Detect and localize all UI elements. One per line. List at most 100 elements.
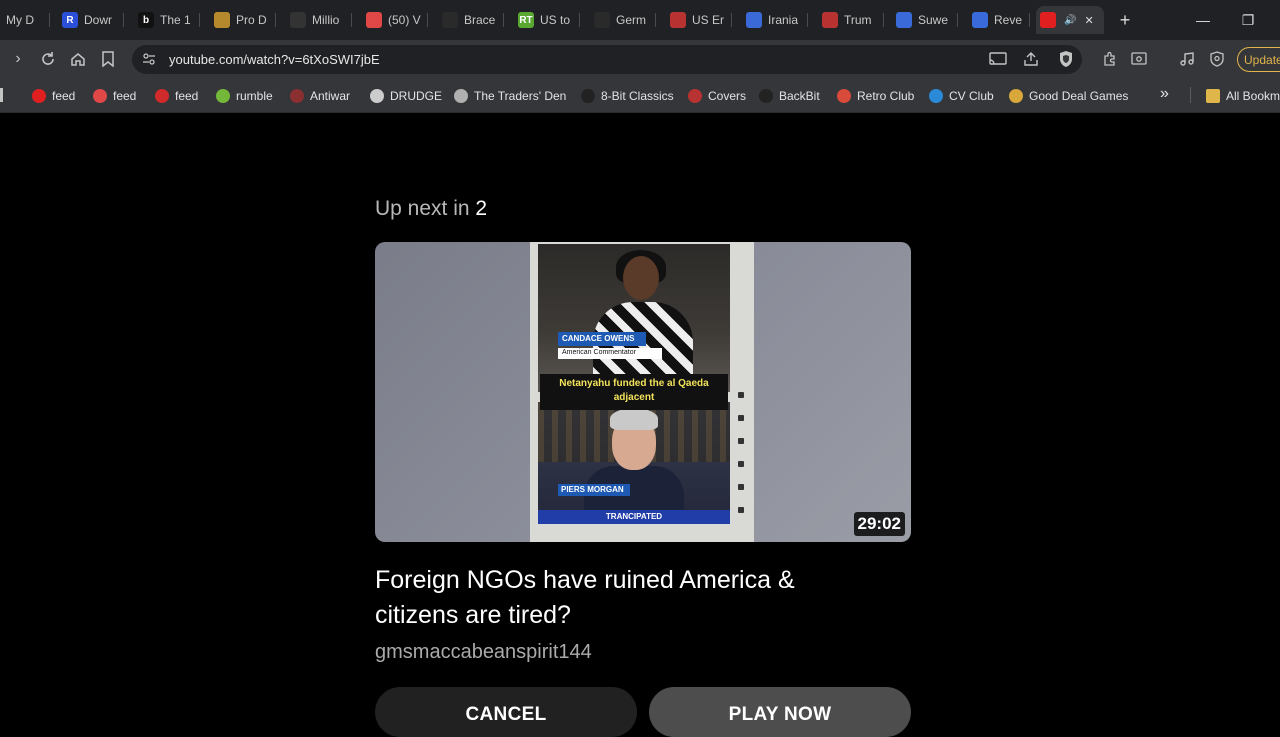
tab-label: My D bbox=[6, 13, 34, 27]
minimize-button[interactable]: — bbox=[1188, 8, 1218, 32]
bookmark-label: Covers bbox=[708, 89, 747, 103]
duration-badge: 29:02 bbox=[853, 512, 905, 536]
cast-icon[interactable] bbox=[989, 51, 1007, 72]
bookmark-item[interactable]: feed bbox=[155, 87, 198, 105]
media-control-icon[interactable] bbox=[1177, 49, 1197, 69]
all-bookmarks[interactable]: All Bookm bbox=[1206, 87, 1280, 105]
tab-separator bbox=[807, 13, 808, 27]
tab-favicon-icon bbox=[896, 12, 912, 28]
bookmark-label: rumble bbox=[236, 89, 273, 103]
bookmark-item[interactable]: Retro Club bbox=[837, 87, 914, 105]
home-icon[interactable] bbox=[68, 49, 88, 69]
browser-chrome: My D R Dowr b The 1 Pro D Millio (50) V Brace RT U… bbox=[0, 0, 1280, 113]
brave-shield-icon[interactable] bbox=[1058, 50, 1074, 73]
host-hair bbox=[610, 408, 658, 430]
tab-audio-icon[interactable]: 🔊 bbox=[1064, 15, 1076, 26]
tab-favicon-icon bbox=[290, 12, 306, 28]
browser-tab[interactable]: 🔊 ✕ bbox=[1036, 6, 1104, 34]
bookmark-item[interactable]: CV Club bbox=[929, 87, 994, 105]
bookmark-item[interactable]: rumble bbox=[216, 87, 273, 105]
tab-favicon-icon bbox=[1040, 12, 1056, 28]
browser-tab[interactable]: Germ bbox=[590, 6, 656, 34]
name-strap: CANDACE OWENS bbox=[558, 332, 646, 346]
share-icon[interactable] bbox=[1023, 51, 1039, 72]
reload-icon[interactable] bbox=[38, 49, 58, 69]
browser-tab[interactable]: Suwe bbox=[892, 6, 958, 34]
play-now-button[interactable]: PLAY NOW bbox=[649, 687, 911, 737]
bookmark-favicon-icon bbox=[1009, 89, 1023, 103]
tab-favicon-icon: R bbox=[62, 12, 78, 28]
apps-icon[interactable] bbox=[0, 88, 3, 102]
tab-label: Suwe bbox=[918, 13, 949, 27]
browser-tab[interactable]: Brace bbox=[438, 6, 504, 34]
bookmark-item[interactable]: feed bbox=[93, 87, 136, 105]
browser-tab[interactable]: My D bbox=[6, 6, 50, 34]
more-bookmarks-icon[interactable]: » bbox=[1160, 85, 1169, 103]
browser-tab[interactable]: Irania bbox=[742, 6, 808, 34]
bookmark-label: feed bbox=[113, 89, 137, 103]
tab-favicon-icon bbox=[822, 12, 838, 28]
video-endscreen: Up next in 2 CANDACE OWENS American Comm… bbox=[0, 113, 1280, 737]
tab-label: US Er bbox=[692, 13, 725, 27]
update-button[interactable]: Update bbox=[1237, 47, 1280, 72]
site-info-icon[interactable] bbox=[142, 52, 156, 71]
cancel-button[interactable]: CANCEL bbox=[375, 687, 637, 737]
bookmark-favicon-icon bbox=[216, 89, 230, 103]
bookmark-favicon-icon bbox=[155, 89, 169, 103]
tab-label: (50) V bbox=[388, 13, 421, 27]
tab-label: Pro D bbox=[236, 13, 267, 27]
browser-tab[interactable]: Pro D bbox=[210, 6, 276, 34]
bookmark-label: BackBit bbox=[779, 89, 820, 103]
bookmark-label: The Traders' Den bbox=[474, 89, 567, 103]
vpn-shield-icon[interactable] bbox=[1207, 49, 1227, 69]
tab-label: Millio bbox=[312, 13, 340, 27]
host-name-strap: PIERS MORGAN bbox=[558, 484, 630, 496]
extensions-icon[interactable] bbox=[1100, 49, 1120, 69]
bookmark-label: Retro Club bbox=[857, 89, 915, 103]
bookmark-icon[interactable] bbox=[98, 49, 118, 69]
tab-separator bbox=[275, 13, 276, 27]
bookmark-item[interactable]: The Traders' Den bbox=[454, 87, 566, 105]
tab-separator bbox=[883, 13, 884, 27]
bookmark-item[interactable]: BackBit bbox=[759, 87, 820, 105]
new-tab-button[interactable]: + bbox=[1110, 8, 1140, 32]
up-next-countdown: 2 bbox=[475, 197, 488, 220]
bookmark-divider bbox=[1190, 87, 1191, 103]
next-video-title[interactable]: Foreign NGOs have ruined America & citiz… bbox=[375, 563, 845, 633]
tab-separator bbox=[503, 13, 504, 27]
browser-tab[interactable]: b The 1 bbox=[134, 6, 200, 34]
browser-tab[interactable]: US Er bbox=[666, 6, 732, 34]
tab-separator bbox=[427, 13, 428, 27]
bookmark-label: Good Deal Games bbox=[1029, 89, 1129, 103]
next-video-thumbnail[interactable]: CANDACE OWENS American Commentator PIERS… bbox=[375, 242, 911, 542]
browser-tab[interactable]: (50) V bbox=[362, 6, 428, 34]
browser-tab[interactable]: Reve bbox=[968, 6, 1030, 34]
speaker-face bbox=[623, 256, 659, 300]
browser-tab[interactable]: RT US to bbox=[514, 6, 580, 34]
bookmark-item[interactable]: DRUDGE bbox=[370, 87, 442, 105]
channel-name[interactable]: gmsmaccabeanspirit144 bbox=[375, 641, 592, 664]
tab-label: Brace bbox=[464, 13, 496, 27]
restore-button[interactable]: ❐ bbox=[1233, 8, 1263, 32]
address-bar[interactable]: youtube.com/watch?v=6tXoSWI7jbE bbox=[132, 45, 1082, 74]
tab-label: Germ bbox=[616, 13, 646, 27]
tab-close-icon[interactable]: ✕ bbox=[1084, 14, 1093, 27]
tab-label: Irania bbox=[768, 13, 799, 27]
browser-tab[interactable]: R Dowr bbox=[58, 6, 124, 34]
bookmark-item[interactable]: 8-Bit Classics bbox=[581, 87, 674, 105]
tab-search-icon[interactable] bbox=[1129, 49, 1149, 69]
browser-tab[interactable]: Millio bbox=[286, 6, 352, 34]
bookmark-item[interactable]: Antiwar bbox=[290, 87, 350, 105]
browser-tab[interactable]: Trum bbox=[818, 6, 884, 34]
forward-icon[interactable]: › bbox=[8, 49, 28, 69]
bookmark-item[interactable]: Covers bbox=[688, 87, 746, 105]
bookmark-item[interactable]: Good Deal Games bbox=[1009, 87, 1128, 105]
bookmark-item[interactable]: feed bbox=[32, 87, 75, 105]
tab-separator bbox=[731, 13, 732, 27]
folder-icon bbox=[1206, 89, 1220, 103]
tab-label: The 1 bbox=[160, 13, 191, 27]
tab-favicon-icon bbox=[972, 12, 988, 28]
bookmarks-bar: feed feed feed rumble Antiwar DRUDGE The Trade… bbox=[0, 78, 1280, 113]
bookmark-label: 8-Bit Classics bbox=[601, 89, 674, 103]
bookmark-favicon-icon bbox=[759, 89, 773, 103]
